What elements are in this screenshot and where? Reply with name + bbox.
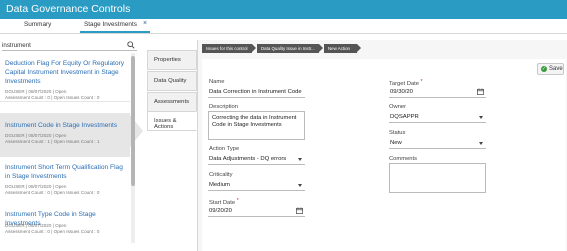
tab-data-quality[interactable]: Data Quality <box>147 71 197 91</box>
chevron-down-icon <box>479 142 483 145</box>
breadcrumb-issue[interactable]: Data Quality Issue in Instr... <box>257 44 319 53</box>
tab-summary[interactable]: Summary <box>24 21 51 28</box>
check-icon: ✓ <box>541 66 547 72</box>
chevron-down-icon <box>298 184 302 187</box>
breadcrumb-issues[interactable]: Issues for this control <box>202 44 252 53</box>
criticality-value: Medium <box>209 182 230 188</box>
tab-bar: Summary Stage Investments × <box>0 19 567 34</box>
list-item-selected[interactable]: Instrument Code in Stage Investments DGU… <box>0 113 130 162</box>
status-value: New <box>390 140 402 146</box>
chevron-down-icon <box>298 158 302 161</box>
comments-label: Comments <box>389 156 418 162</box>
start-date-value: 09/20/20 <box>209 208 232 214</box>
target-date-input[interactable]: 09/30/20 <box>389 87 486 98</box>
app-header: Data Governance Controls <box>0 0 567 19</box>
breadcrumb-new-action: New Action <box>324 44 357 53</box>
name-label: Name <box>209 79 225 85</box>
breadcrumb-separator <box>252 44 256 52</box>
save-label: Save <box>549 66 563 72</box>
start-date-label: Start Date * <box>209 198 239 206</box>
action-type-value: Data Adjustments - DQ errors <box>209 156 287 162</box>
tab-stage-investments[interactable]: Stage Investments <box>84 21 137 28</box>
tab-issues-actions[interactable]: Issues & Actions <box>147 111 197 131</box>
control-list: Deduction Flag For Equity Or Regulatory … <box>0 53 138 251</box>
target-date-value: 09/30/20 <box>390 89 413 95</box>
list-scrollbar-thumb[interactable] <box>131 56 135 186</box>
criticality-select[interactable]: Medium <box>208 180 305 191</box>
list-item[interactable]: Instrument Short Term Qualification Flag… <box>0 157 130 206</box>
status-label: Status <box>389 130 406 136</box>
action-type-label: Action Type <box>209 146 240 152</box>
save-button[interactable]: ✓ Save <box>537 63 564 75</box>
list-item-meta: DGUSER | 08/07/2020 | Open <box>5 133 67 138</box>
owner-value: DQSAPPR <box>390 114 419 120</box>
list-item-counts: Assessment Count : 0 | Open Issues Count… <box>5 190 100 195</box>
required-mark: * <box>236 198 239 204</box>
description-textarea[interactable]: Correcting the data in Instrument Code i… <box>208 111 305 140</box>
tab-assessments[interactable]: Assessments <box>147 92 197 112</box>
target-date-label: Target Date * <box>389 79 423 87</box>
action-type-select[interactable]: Data Adjustments - DQ errors <box>208 154 305 165</box>
app-title: Data Governance Controls <box>6 3 131 15</box>
breadcrumb-separator <box>357 44 361 52</box>
list-item-counts: Assessment Count : 0 | Open Issues Count… <box>5 229 100 234</box>
list-item[interactable]: Deduction Flag For Equity Or Regulatory … <box>0 53 130 102</box>
list-item-meta: DGUSER | 08/07/2020 | Open <box>5 223 67 228</box>
breadcrumb-separator <box>319 44 323 52</box>
owner-label: Owner <box>389 104 407 110</box>
list-item[interactable]: Instrument Type Code in Stage Investment… <box>0 204 130 251</box>
list-item-counts: Assessment Count : 1 | Open Issues Count… <box>5 139 100 144</box>
search-icon[interactable] <box>127 41 135 49</box>
required-mark: * <box>420 79 423 85</box>
status-select[interactable]: New <box>389 138 486 149</box>
active-tab-indicator <box>80 31 150 33</box>
search-field <box>2 40 137 51</box>
calendar-icon[interactable] <box>477 88 484 95</box>
name-input[interactable]: Data Correction in Instrument Code <box>208 87 305 98</box>
tab-close-icon[interactable]: × <box>143 20 147 27</box>
calendar-icon[interactable] <box>296 207 303 214</box>
owner-select[interactable]: DQSAPPR <box>389 112 486 123</box>
list-item-meta: DGUSER | 08/07/2020 | Open <box>5 89 67 94</box>
chevron-down-icon <box>479 116 483 119</box>
tab-properties[interactable]: Properties <box>147 50 197 70</box>
list-item-meta: DGUSER | 08/07/2020 | Open <box>5 184 67 189</box>
description-label: Description <box>209 104 238 110</box>
start-date-input[interactable]: 09/20/20 <box>208 206 305 217</box>
list-item-title[interactable]: Deduction Flag For Equity Or Regulatory … <box>5 59 127 86</box>
comments-textarea[interactable] <box>389 163 486 193</box>
list-item-counts: Assessment Count : 0 | Open Issues Count… <box>5 95 100 100</box>
list-item-title[interactable]: Instrument Short Term Qualification Flag… <box>5 163 127 181</box>
search-input[interactable] <box>2 40 117 50</box>
list-item-title[interactable]: Instrument Code in Stage Investments <box>5 121 127 130</box>
criticality-label: Criticality <box>209 172 233 178</box>
